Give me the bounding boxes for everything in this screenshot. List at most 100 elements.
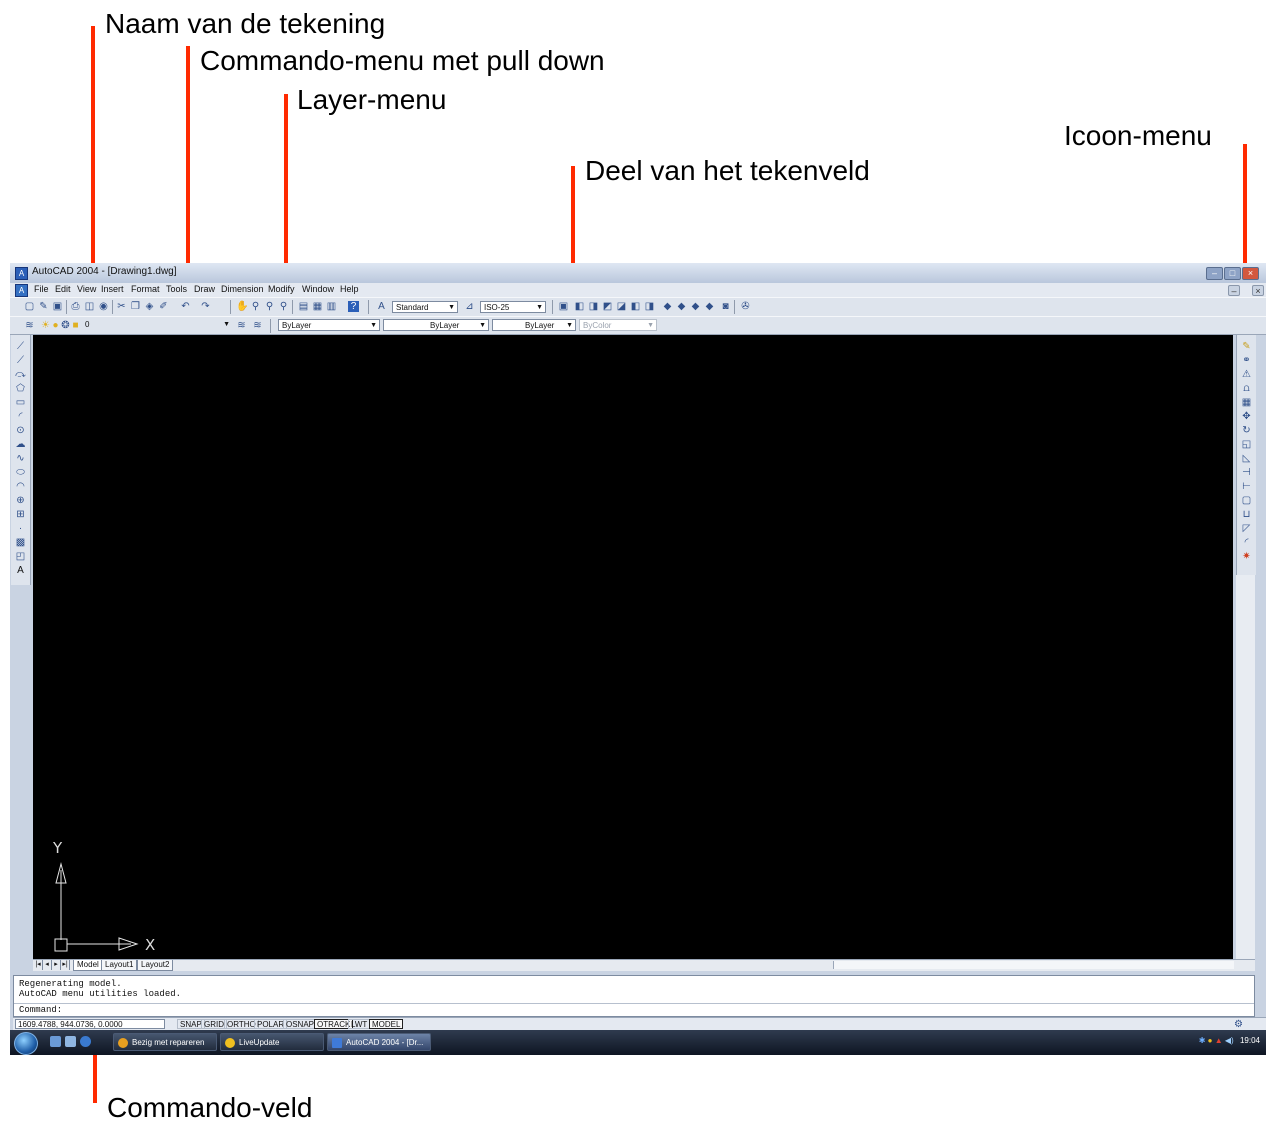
insert-block-icon[interactable]: ⊕ (15, 495, 26, 507)
start-button[interactable] (14, 1032, 38, 1055)
tab-layout1[interactable]: Layout1 (101, 960, 138, 971)
move-icon[interactable]: ✥ (1241, 411, 1252, 423)
horizontal-scrollbar[interactable] (833, 961, 1234, 969)
view-left-icon[interactable]: ◩ (602, 301, 613, 312)
menu-insert[interactable]: Insert (101, 284, 124, 294)
view-bottom-icon[interactable]: ◨ (588, 301, 599, 312)
chamfer-icon[interactable]: ◸ (1241, 523, 1252, 535)
point-icon[interactable]: · (15, 523, 26, 535)
tab-layout2[interactable]: Layout2 (137, 960, 174, 971)
doc-minimize-button[interactable]: – (1228, 285, 1240, 296)
break-icon[interactable]: ⊔ (1241, 509, 1252, 521)
layer-manager-icon[interactable]: ≋ (24, 320, 35, 331)
preview-icon[interactable]: ◫ (84, 301, 95, 312)
scale-icon[interactable]: ◱ (1241, 439, 1252, 451)
last-tab-icon[interactable]: ▸| (61, 960, 70, 970)
taskbar-item-repair[interactable]: Bezig met repareren (113, 1033, 217, 1051)
view-top-icon[interactable]: ◧ (574, 301, 585, 312)
command-line[interactable]: Command: (14, 1003, 1254, 1016)
menu-file[interactable]: File (34, 284, 49, 294)
osnap-toggle[interactable]: OSNAP (283, 1019, 318, 1029)
layer-previous-icon[interactable]: ≋ (252, 320, 263, 331)
menu-view[interactable]: View (77, 284, 96, 294)
hatch-icon[interactable]: ▩ (15, 537, 26, 549)
minimize-button[interactable]: – (1206, 267, 1223, 280)
iso-se-icon[interactable]: ◆ (676, 301, 687, 312)
make-object-layer-current-icon[interactable]: ≋ (236, 320, 247, 331)
iso-sw-icon[interactable]: ◆ (662, 301, 673, 312)
lwt-toggle[interactable]: LWT (348, 1019, 371, 1029)
menu-format[interactable]: Format (131, 284, 160, 294)
3d-orbit-icon[interactable]: ✇ (740, 301, 751, 312)
next-tab-icon[interactable]: ▸ (52, 960, 61, 970)
fillet-icon[interactable]: ◜ (1241, 537, 1252, 549)
menu-edit[interactable]: Edit (55, 284, 71, 294)
offset-icon[interactable]: ⩍ (1241, 383, 1252, 395)
lineweight-select[interactable]: ByLayer ▼ (492, 319, 576, 331)
pan-icon[interactable]: ✋ (236, 301, 248, 312)
maximize-button[interactable]: □ (1224, 267, 1241, 280)
command-window[interactable]: Regenerating model. AutoCAD menu utiliti… (13, 975, 1255, 1017)
camera-icon[interactable]: ◙ (720, 301, 731, 312)
design-center-icon[interactable]: ▦ (312, 301, 323, 312)
warning-icon[interactable]: ▲ (1215, 1036, 1223, 1045)
switch-windows-icon[interactable] (65, 1036, 76, 1047)
plot-icon[interactable]: ⎙ (70, 301, 81, 312)
cut-icon[interactable]: ✂ (116, 301, 127, 312)
rectangle-icon[interactable]: ▭ (15, 397, 26, 409)
break-at-point-icon[interactable]: ▢ (1241, 495, 1252, 507)
publish-icon[interactable]: ◉ (98, 301, 109, 312)
taskbar-item-liveupdate[interactable]: LiveUpdate (220, 1033, 324, 1051)
prev-tab-icon[interactable]: ◂ (43, 960, 52, 970)
properties-icon[interactable]: ▤ (298, 301, 309, 312)
erase-icon[interactable]: ✎ (1241, 341, 1252, 353)
copy-object-icon[interactable]: ⚭ (1241, 355, 1252, 367)
linetype-select[interactable]: ByLayer ▼ (383, 319, 489, 331)
menu-window[interactable]: Window (302, 284, 334, 294)
view-right-icon[interactable]: ◪ (616, 301, 627, 312)
first-tab-icon[interactable]: |◂ (34, 960, 43, 970)
menu-tools[interactable]: Tools (166, 284, 187, 294)
tool-palettes-icon[interactable]: ▥ (326, 301, 337, 312)
close-button[interactable]: × (1242, 267, 1259, 280)
drawing-area[interactable]: Y X (33, 335, 1233, 959)
array-icon[interactable]: ▦ (1241, 397, 1252, 409)
menu-help[interactable]: Help (340, 284, 359, 294)
circle-icon[interactable]: ⊙ (15, 425, 26, 437)
zoom-realtime-icon[interactable]: ⚲ (250, 301, 261, 312)
document-icon[interactable]: A (15, 284, 28, 297)
new-icon[interactable]: ▢ (24, 301, 35, 312)
revision-cloud-icon[interactable]: ☁ (15, 439, 26, 451)
vertical-scrollbar[interactable] (1236, 575, 1255, 959)
multiline-text-icon[interactable]: A (15, 565, 26, 577)
text-style-select[interactable]: Standard ▼ (392, 301, 458, 313)
region-icon[interactable]: ◰ (15, 551, 26, 563)
autocad-app-icon[interactable]: A (15, 267, 28, 280)
spline-icon[interactable]: ∿ (15, 453, 26, 465)
ellipse-arc-icon[interactable]: ◠ (15, 481, 26, 493)
bluetooth-icon[interactable]: ✱ (1199, 1036, 1206, 1045)
construction-line-icon[interactable]: ⟋ (15, 355, 26, 367)
tray-settings-icon[interactable]: ⚙ (1233, 1019, 1244, 1030)
volume-icon[interactable]: ◀) (1225, 1036, 1234, 1045)
arc-icon[interactable]: ◜ (15, 411, 26, 423)
paste-icon[interactable]: ◈ (144, 301, 155, 312)
doc-close-button[interactable]: × (1252, 285, 1264, 296)
zoom-window-icon[interactable]: ⚲ (264, 301, 275, 312)
show-desktop-icon[interactable] (50, 1036, 61, 1047)
save-icon[interactable]: ▣ (52, 301, 63, 312)
line-icon[interactable]: ⟋ (15, 341, 26, 353)
color-select[interactable]: ByLayer ▼ (278, 319, 380, 331)
iso-nw-icon[interactable]: ◆ (704, 301, 715, 312)
view-icon[interactable]: ▣ (558, 301, 569, 312)
mirror-icon[interactable]: ⚠ (1241, 369, 1252, 381)
polyline-icon[interactable]: ⤼ (15, 369, 26, 381)
network-icon[interactable]: ● (1208, 1036, 1213, 1045)
extend-icon[interactable]: ⊢ (1241, 481, 1252, 493)
ellipse-icon[interactable]: ⬭ (15, 467, 26, 479)
menu-modify[interactable]: Modify (268, 284, 295, 294)
redo-icon[interactable]: ↷ (200, 301, 211, 312)
iso-ne-icon[interactable]: ◆ (690, 301, 701, 312)
rotate-icon[interactable]: ↻ (1241, 425, 1252, 437)
stretch-icon[interactable]: ◺ (1241, 453, 1252, 465)
